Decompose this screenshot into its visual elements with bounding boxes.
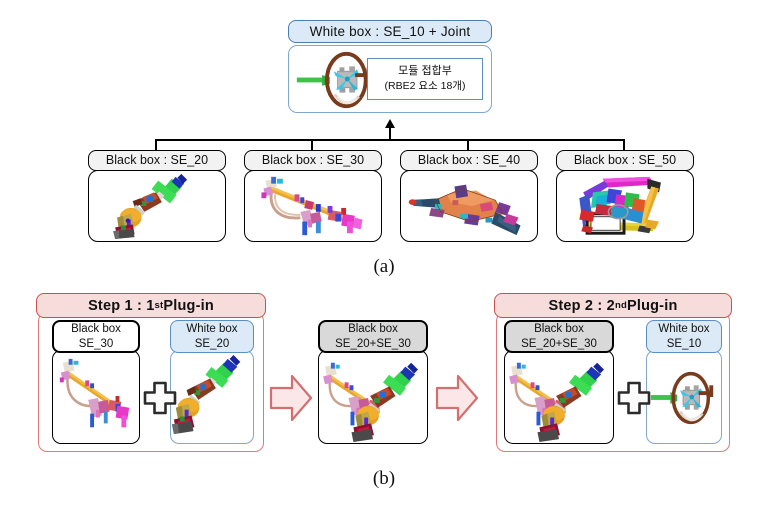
card-label-line1: Black box [534, 322, 584, 335]
se30-cross-car-beam-icon [59, 358, 130, 428]
card-label-line1: Black box [71, 322, 121, 335]
se2030-combined-icon [509, 362, 605, 443]
step-1-header: Step 1 : 1st Plug-in [36, 293, 266, 318]
step2-input-white-se10-label: White box SE_10 [646, 320, 722, 353]
black-box-header-se30: Black box : SE_30 [244, 150, 382, 171]
card-label-line1: Black box [348, 322, 398, 335]
white-box-header: White box : SE_10 + Joint [288, 20, 492, 43]
step-1-title-suffix: Plug-in [163, 297, 214, 314]
step1-input-white-se20-model [170, 350, 254, 444]
se20-steering-column-icon [113, 173, 188, 240]
arrow-right-icon [269, 374, 313, 422]
black-box-body-se50 [556, 170, 694, 242]
block-arrow-2 [434, 372, 480, 424]
step2-input-black-se2030: Black box SE_20+SE_30 [504, 320, 614, 444]
step-1-title-sup: st [154, 300, 164, 311]
plus-icon [617, 381, 651, 415]
tree-horizontal-bus [155, 139, 625, 141]
black-box-body-se30 [244, 170, 382, 242]
step-2-title-prefix: Step 2 : 2 [548, 297, 615, 314]
step1-input-white-se20-label: White box SE_20 [170, 320, 254, 353]
block-arrow-1 [268, 372, 314, 424]
black-box-body-se20 [88, 170, 226, 242]
intermediate-black-se2030: Black box SE_20+SE_30 [318, 320, 428, 444]
joint-note: 모듈 접합부 (RBE2 요소 18개) [367, 58, 483, 100]
black-box-header-se50: Black box : SE_50 [556, 150, 694, 171]
plus-icon [143, 381, 177, 415]
se2030-combined-icon [323, 362, 419, 443]
step2-input-white-se10-model [646, 350, 722, 444]
joint-note-line2: (RBE2 요소 18개) [384, 80, 466, 93]
step1-input-black-se30-label: Black box SE_30 [52, 320, 140, 353]
intermediate-black-se2030-label: Black box SE_20+SE_30 [318, 320, 428, 353]
step2-input-black-se2030-label: Black box SE_20+SE_30 [504, 320, 614, 353]
se40-crash-pad-icon [408, 184, 521, 236]
step-2-header: Step 2 : 2nd Plug-in [494, 293, 732, 318]
figure-canvas: White box : SE_10 + Joint 모듈 접합부 (RBE2 요… [0, 0, 768, 507]
step-1-title-prefix: Step 1 : 1 [88, 297, 155, 314]
step-2-title-sup: nd [614, 300, 627, 311]
se30-cross-car-beam-icon [261, 176, 363, 236]
step1-input-black-se30: Black box SE_30 [52, 320, 140, 444]
black-box-body-se40 [400, 170, 538, 242]
white-box-body: 모듈 접합부 (RBE2 요소 18개) [288, 45, 492, 113]
plus-icon-step2 [617, 381, 651, 415]
caption-a: (a) [373, 256, 395, 277]
card-label-line2: SE_20 [194, 337, 230, 350]
arrow-right-icon [435, 374, 479, 422]
step2-input-black-se2030-model [504, 350, 614, 444]
se20-steering-column-icon [171, 355, 241, 435]
card-label-line2: SE_20+SE_30 [521, 337, 597, 350]
step2-input-white-se10: White box SE_10 [646, 320, 722, 444]
joint-note-line1: 모듈 접합부 [398, 65, 452, 78]
card-label-line2: SE_20+SE_30 [335, 337, 411, 350]
plus-icon-step1 [143, 381, 177, 415]
card-label-line1: White box [658, 322, 710, 335]
step-2-title-suffix: Plug-in [626, 297, 678, 314]
caption-b: (b) [372, 468, 396, 489]
se50-cockpit-module-icon [579, 176, 661, 235]
black-box-header-se20: Black box : SE_20 [88, 150, 226, 171]
black-box-header-se40: Black box : SE_40 [400, 150, 538, 171]
tree-arrow-up [385, 119, 395, 128]
step1-input-black-se30-model [52, 350, 140, 444]
card-label-line1: White box [186, 322, 238, 335]
card-label-line2: SE_30 [78, 337, 114, 350]
steering-column-joint-icon [650, 371, 714, 425]
card-label-line2: SE_10 [666, 337, 702, 350]
intermediate-black-se2030-model [318, 350, 428, 444]
step1-input-white-se20: White box SE_20 [170, 320, 254, 444]
